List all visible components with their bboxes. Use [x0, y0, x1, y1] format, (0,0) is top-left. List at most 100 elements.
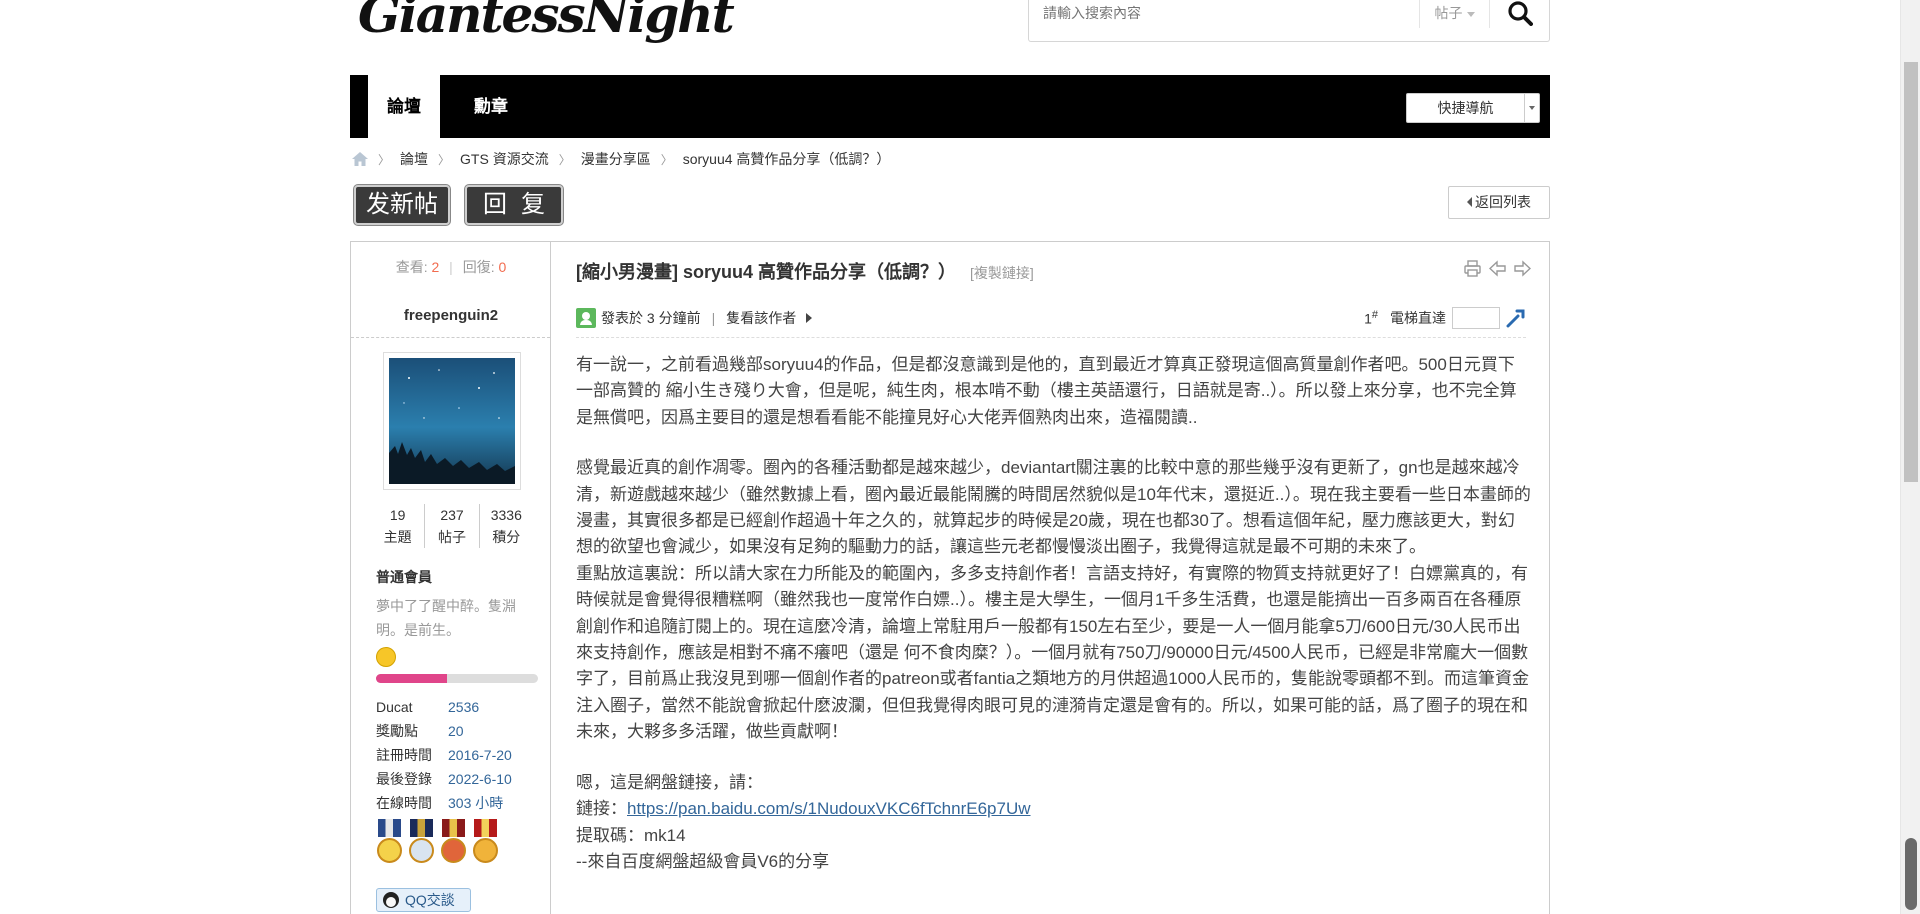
tab-forum[interactable]: 論壇: [368, 75, 440, 138]
post-paragraph: 嗯，這是網盤鏈接，請：: [576, 772, 763, 792]
info-row-register: 註冊時間 2016-7-20: [376, 743, 512, 767]
stat-threads[interactable]: 19 主題: [371, 504, 424, 548]
floor-tools: 1# 電梯直達: [1364, 307, 1526, 329]
breadcrumb-separator: 〉: [438, 152, 451, 167]
chevron-left-icon: [1467, 197, 1472, 208]
smiley-icon: [376, 647, 396, 667]
qq-chat-button[interactable]: QQ交談: [376, 888, 471, 912]
post-content: 有一說一，之前看過幾部soryuu4的作品，但是都沒意識到是他的，直到最近才算真…: [576, 352, 1531, 875]
qq-chat-label: QQ交談: [405, 892, 455, 908]
info-key: 註冊時間: [376, 747, 432, 763]
breadcrumb-comic-share[interactable]: 漫畫分享區: [581, 149, 651, 169]
link-line: 鏈接：https://pan.baidu.com/s/1NudouxVKC6fT…: [576, 796, 1531, 822]
medal-icon[interactable]: [408, 819, 435, 863]
info-value[interactable]: 2536: [448, 695, 479, 719]
breadcrumb-separator: 〉: [558, 152, 571, 167]
next-thread-icon[interactable]: [1514, 260, 1532, 277]
floor-number[interactable]: 1#: [1364, 309, 1378, 327]
tab-medals[interactable]: 勳章: [455, 75, 527, 138]
user-group[interactable]: 普通會員: [376, 567, 432, 587]
search-input[interactable]: [1029, 0, 1419, 28]
breadcrumb-forum[interactable]: 論壇: [400, 149, 428, 169]
previous-thread-icon[interactable]: [1488, 260, 1506, 277]
divider: |: [711, 310, 716, 326]
quick-nav-button[interactable]: 快捷導航: [1406, 93, 1540, 123]
info-key: 獎勵點: [376, 723, 418, 739]
avatar-image: [389, 358, 515, 484]
floor-number-value: 1: [1364, 310, 1372, 327]
page-scrollbar[interactable]: [1900, 0, 1920, 914]
online-user-icon: [576, 308, 596, 328]
post-frame: 查看: 2 | 回復: 0 freepenguin2 19 主題 237 帖子 …: [350, 241, 1550, 914]
info-value[interactable]: 2022-6-10: [448, 767, 512, 791]
go-icon[interactable]: [1506, 308, 1526, 328]
reply-button[interactable]: 回复: [465, 185, 563, 225]
scrollbar-thumb[interactable]: [1904, 62, 1918, 482]
stat-label: 帖子: [437, 529, 466, 545]
divider: [576, 337, 1526, 338]
home-icon[interactable]: [352, 152, 368, 166]
search-button[interactable]: [1489, 0, 1549, 28]
user-signature: 夢中了了醒中醉。隻淵明。是前生。: [376, 598, 516, 638]
user-info: Ducat 2536 獎勵點 20 註冊時間 2016-7-20 最後登錄 2022-6…: [376, 695, 512, 815]
breadcrumb-current-thread[interactable]: soryuu4 高贊作品分享（低調？）: [683, 149, 891, 169]
stat-points[interactable]: 3336 積分: [478, 504, 533, 548]
medal-icon[interactable]: [440, 819, 467, 863]
post-paragraph: 有一說一，之前看過幾部soryuu4的作品，但是都沒意識到是他的，直到最近才算真…: [576, 355, 1517, 427]
medal-icon[interactable]: [472, 819, 499, 863]
print-icon[interactable]: [1464, 260, 1481, 277]
info-row-reward: 獎勵點 20: [376, 719, 512, 743]
replies-count: 0: [498, 259, 507, 275]
breadcrumb-separator: 〉: [660, 152, 673, 167]
info-row-online-time: 在線時間 303 小時: [376, 791, 512, 815]
views-count: 2: [431, 259, 440, 275]
info-value[interactable]: 20: [448, 719, 464, 743]
info-key: 在線時間: [376, 795, 432, 811]
chevron-down-icon: [1525, 94, 1539, 122]
views-label: 查看:: [395, 259, 428, 275]
stat-value: 19: [389, 507, 406, 523]
breadcrumb: 〉 論壇 〉 GTS 資源交流 〉 漫畫分享區 〉 soryuu4 高贊作品分享…: [352, 150, 890, 168]
breadcrumb-gts-resources[interactable]: GTS 資源交流: [460, 149, 549, 169]
info-row-ducat: Ducat 2536: [376, 695, 512, 719]
thread-stats: 查看: 2 | 回復: 0: [351, 257, 551, 277]
stat-posts[interactable]: 237 帖子: [424, 504, 478, 548]
elevator-input[interactable]: [1452, 307, 1500, 329]
author-sidebar: 查看: 2 | 回復: 0 freepenguin2 19 主題 237 帖子 …: [351, 242, 551, 914]
author-stats: 19 主題 237 帖子 3336 積分: [371, 504, 533, 548]
medal-icon[interactable]: [376, 819, 403, 863]
search-scope-label: 帖子: [1434, 5, 1463, 21]
stat-label: 主題: [383, 529, 412, 545]
info-key: Ducat: [376, 699, 413, 715]
chevron-down-icon: [1466, 11, 1475, 17]
info-value[interactable]: 2016-7-20: [448, 743, 512, 767]
search-icon: [1507, 1, 1533, 26]
stat-label: 積分: [492, 529, 521, 545]
avatar[interactable]: [383, 352, 521, 490]
extract-code: 提取碼：mk14: [576, 825, 686, 845]
back-to-list-button[interactable]: 返回列表: [1448, 186, 1550, 219]
post-title-row: [縮小男漫畫] soryuu4 高贊作品分享（低調？） [複製鏈接]: [576, 258, 1034, 284]
post-title: [縮小男漫畫] soryuu4 高贊作品分享（低調？）: [576, 262, 957, 282]
info-value[interactable]: 303 小時: [448, 791, 503, 815]
main-nav: 論壇 勳章 快捷導航: [350, 75, 1550, 138]
copy-link-button[interactable]: [複製鏈接]: [970, 263, 1034, 283]
share-source: --來自百度網盤超級會員V6的分享: [576, 851, 830, 871]
post-meta: 發表於 3 分鐘前 | 隻看該作者 1# 電梯直達: [576, 306, 1526, 330]
post-tools: [1464, 260, 1532, 277]
medals: [376, 819, 499, 863]
post-paragraph: 感覺最近真的創作凋零。圈內的各種活動都是越來越少，deviantart關注裏的比…: [576, 458, 1531, 557]
stat-value: 3336: [490, 507, 522, 523]
download-link[interactable]: https://pan.baidu.com/s/1NudouxVKC6fTchn…: [627, 799, 1031, 818]
search-scope-select[interactable]: 帖子: [1419, 0, 1489, 28]
only-author-link[interactable]: 隻看該作者: [726, 308, 796, 328]
new-post-button[interactable]: 发新帖: [354, 185, 450, 225]
level-progress-fill: [376, 674, 448, 683]
arrow-right-icon: [806, 313, 813, 323]
site-logo[interactable]: GiantessNight: [358, 0, 735, 46]
post-main: [縮小男漫畫] soryuu4 高贊作品分享（低調？） [複製鏈接] 發表於 3…: [551, 242, 1551, 914]
author-name[interactable]: freepenguin2: [351, 307, 551, 324]
post-paragraph: 重點放這裏說：所以請大家在力所能及的範圍內，多多支持創作者！言語支持好，有實際的…: [576, 563, 1530, 742]
scrollbar-indicator: [1905, 838, 1917, 910]
